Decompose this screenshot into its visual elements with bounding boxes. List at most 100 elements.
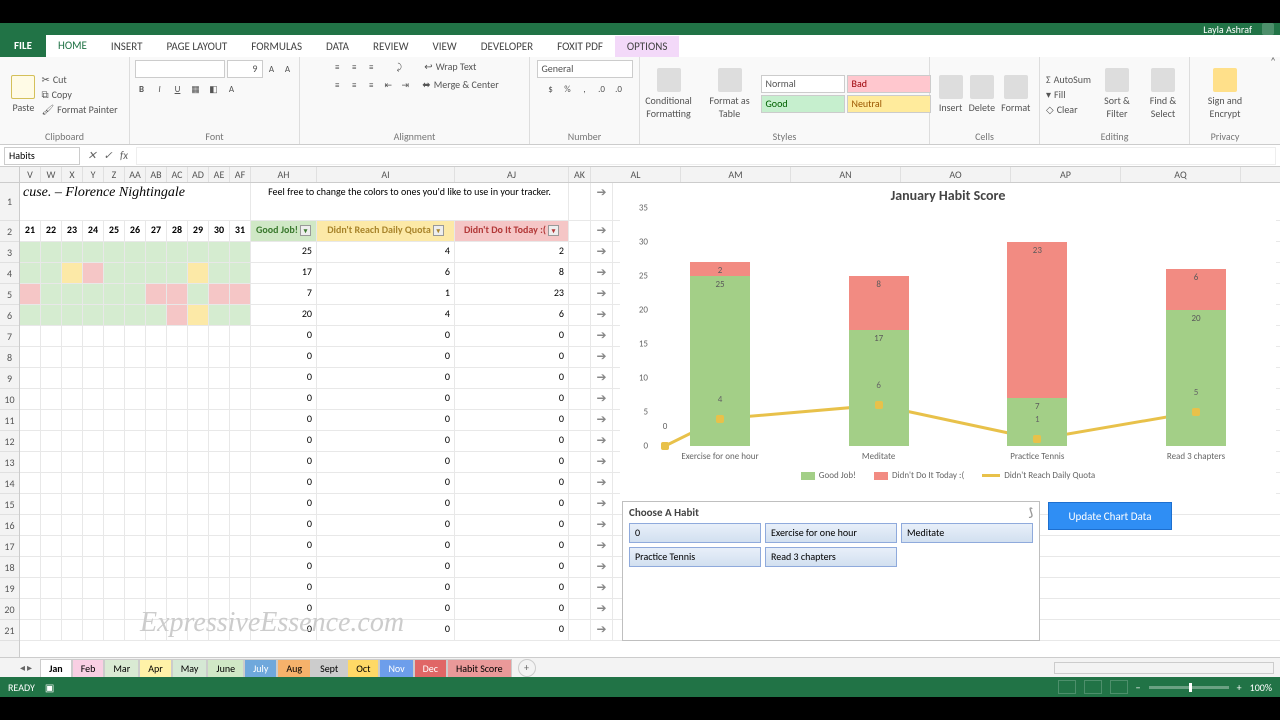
tab-formulas[interactable]: FORMULAS: [239, 36, 314, 57]
style-good[interactable]: Good: [761, 95, 845, 113]
arrow-icon[interactable]: ➔: [591, 515, 613, 535]
update-chart-data-button[interactable]: Update Chart Data: [1048, 502, 1172, 530]
sort-filter-button[interactable]: Sort & Filter: [1097, 68, 1137, 120]
increase-indent-icon[interactable]: ⇥: [398, 78, 412, 92]
fill-button[interactable]: ▾Fill: [1046, 88, 1091, 101]
arrow-icon[interactable]: ➔: [591, 347, 613, 367]
slicer-choose-habit[interactable]: Choose A Habit⟆ 0Exercise for one hourMe…: [622, 501, 1040, 641]
slicer-item[interactable]: Practice Tennis: [629, 547, 761, 567]
arrow-icon[interactable]: ➔: [591, 326, 613, 346]
clear-button[interactable]: ◇Clear: [1046, 103, 1091, 116]
sheet-tab[interactable]: Habit Score: [447, 659, 512, 677]
sheet-tab[interactable]: June: [207, 659, 244, 677]
sheet-tab[interactable]: Dec: [414, 659, 447, 677]
align-bottom-icon[interactable]: ≡: [364, 60, 378, 74]
chart[interactable]: January Habit Score 05101520253035 252Ex…: [620, 183, 1276, 495]
arrow-icon[interactable]: ➔: [591, 389, 613, 409]
user-avatar[interactable]: [1262, 23, 1274, 35]
sheet-tab[interactable]: May: [172, 659, 208, 677]
slicer-item[interactable]: Meditate: [901, 523, 1033, 543]
arrow-icon[interactable]: ➔: [591, 557, 613, 577]
tab-foxit-pdf[interactable]: FOXIT PDF: [545, 36, 615, 57]
quote-cell[interactable]: cuse. – Florence Nightingale: [20, 183, 251, 220]
font-family-select[interactable]: [135, 60, 225, 78]
arrow-icon[interactable]: ➔: [591, 305, 613, 325]
align-top-icon[interactable]: ≡: [330, 60, 344, 74]
tab-options[interactable]: OPTIONS: [615, 36, 680, 57]
header-good[interactable]: Good Job!▾: [251, 221, 317, 241]
sheet-tab[interactable]: Aug: [277, 659, 311, 677]
tab-page-layout[interactable]: PAGE LAYOUT: [154, 36, 239, 57]
autosum-button[interactable]: ΣAutoSum: [1046, 73, 1091, 86]
fill-color-button[interactable]: ◧: [207, 82, 221, 96]
orientation-icon[interactable]: ⤸: [392, 60, 406, 74]
arrow-icon[interactable]: ➔: [591, 536, 613, 556]
comma-icon[interactable]: ,: [578, 82, 592, 96]
conditional-formatting-button[interactable]: Conditional Formatting: [639, 68, 699, 120]
font-color-button[interactable]: A: [225, 82, 239, 96]
collapse-ribbon-icon[interactable]: ˄: [1270, 55, 1276, 68]
underline-button[interactable]: U: [171, 82, 185, 96]
enter-icon[interactable]: ✓: [100, 149, 116, 162]
zoom-in-icon[interactable]: +: [1237, 681, 1242, 694]
arrow-icon[interactable]: ➔: [591, 452, 613, 472]
increase-decimal-icon[interactable]: .0: [595, 82, 609, 96]
view-page-break-icon[interactable]: [1110, 680, 1128, 694]
tab-file[interactable]: FILE: [0, 34, 46, 57]
tab-data[interactable]: DATA: [314, 36, 361, 57]
fx-icon[interactable]: fx: [116, 149, 132, 162]
filter-icon[interactable]: ▾: [548, 225, 559, 236]
format-cells-button[interactable]: Format: [1001, 75, 1030, 114]
font-size-select[interactable]: 9: [227, 60, 263, 78]
note-cell[interactable]: Feel free to change the colors to ones y…: [251, 183, 569, 220]
filter-icon[interactable]: ▾: [433, 225, 444, 236]
format-painter-button[interactable]: 🖌Format Painter: [41, 103, 117, 116]
increase-font-icon[interactable]: A: [265, 62, 279, 76]
arrow-icon[interactable]: ➔: [591, 599, 613, 619]
cancel-icon[interactable]: ✕: [84, 149, 100, 162]
merge-center-button[interactable]: ⬌Merge & Center: [422, 78, 498, 92]
decrease-font-icon[interactable]: A: [281, 62, 295, 76]
arrow-icon[interactable]: ➔: [591, 578, 613, 598]
cut-button[interactable]: ✂Cut: [41, 73, 117, 86]
tab-developer[interactable]: DEVELOPER: [469, 36, 545, 57]
tab-home[interactable]: HOME: [46, 35, 99, 57]
wrap-text-button[interactable]: ↩Wrap Text: [424, 60, 476, 74]
insert-cells-button[interactable]: Insert: [939, 75, 963, 114]
header-quota[interactable]: Didn't Reach Daily Quota▾: [317, 221, 455, 241]
view-page-layout-icon[interactable]: [1084, 680, 1102, 694]
align-left-icon[interactable]: ≡: [330, 78, 344, 92]
paste-button[interactable]: Paste: [11, 75, 35, 114]
horizontal-scrollbar[interactable]: [1054, 662, 1274, 674]
sheet-tab[interactable]: Feb: [72, 659, 105, 677]
style-normal[interactable]: Normal: [761, 75, 845, 93]
header-no[interactable]: Didn't Do It Today :(▾: [455, 221, 569, 241]
align-center-icon[interactable]: ≡: [347, 78, 361, 92]
sheet-tab[interactable]: Sept: [311, 659, 347, 677]
bold-button[interactable]: B: [135, 82, 149, 96]
sheet-tab[interactable]: Nov: [379, 659, 413, 677]
arrow-icon[interactable]: ➔: [591, 431, 613, 451]
find-select-button[interactable]: Find & Select: [1143, 68, 1183, 120]
format-as-table-button[interactable]: Format as Table: [705, 68, 755, 120]
arrow-icon[interactable]: ➔: [591, 473, 613, 493]
arrow-icon[interactable]: ➔: [591, 368, 613, 388]
currency-icon[interactable]: $: [544, 82, 558, 96]
arrow-icon[interactable]: ➔: [591, 620, 613, 640]
style-bad[interactable]: Bad: [847, 75, 931, 93]
arrow-icon[interactable]: ➔: [591, 221, 613, 241]
sheet-tab[interactable]: July: [244, 659, 277, 677]
copy-button[interactable]: ⧉Copy: [41, 88, 117, 101]
view-normal-icon[interactable]: [1058, 680, 1076, 694]
border-button[interactable]: ▦: [189, 82, 203, 96]
sheet-tab[interactable]: Jan: [40, 659, 72, 677]
percent-icon[interactable]: %: [561, 82, 575, 96]
arrow-icon[interactable]: ➔: [591, 263, 613, 283]
decrease-decimal-icon[interactable]: .0: [612, 82, 626, 96]
sheet-tab[interactable]: Apr: [139, 659, 172, 677]
sheet-tab[interactable]: Mar: [104, 659, 139, 677]
align-middle-icon[interactable]: ≡: [347, 60, 361, 74]
add-sheet-button[interactable]: +: [518, 659, 536, 677]
zoom-slider[interactable]: [1149, 686, 1229, 689]
filter-icon[interactable]: ▾: [300, 225, 311, 236]
